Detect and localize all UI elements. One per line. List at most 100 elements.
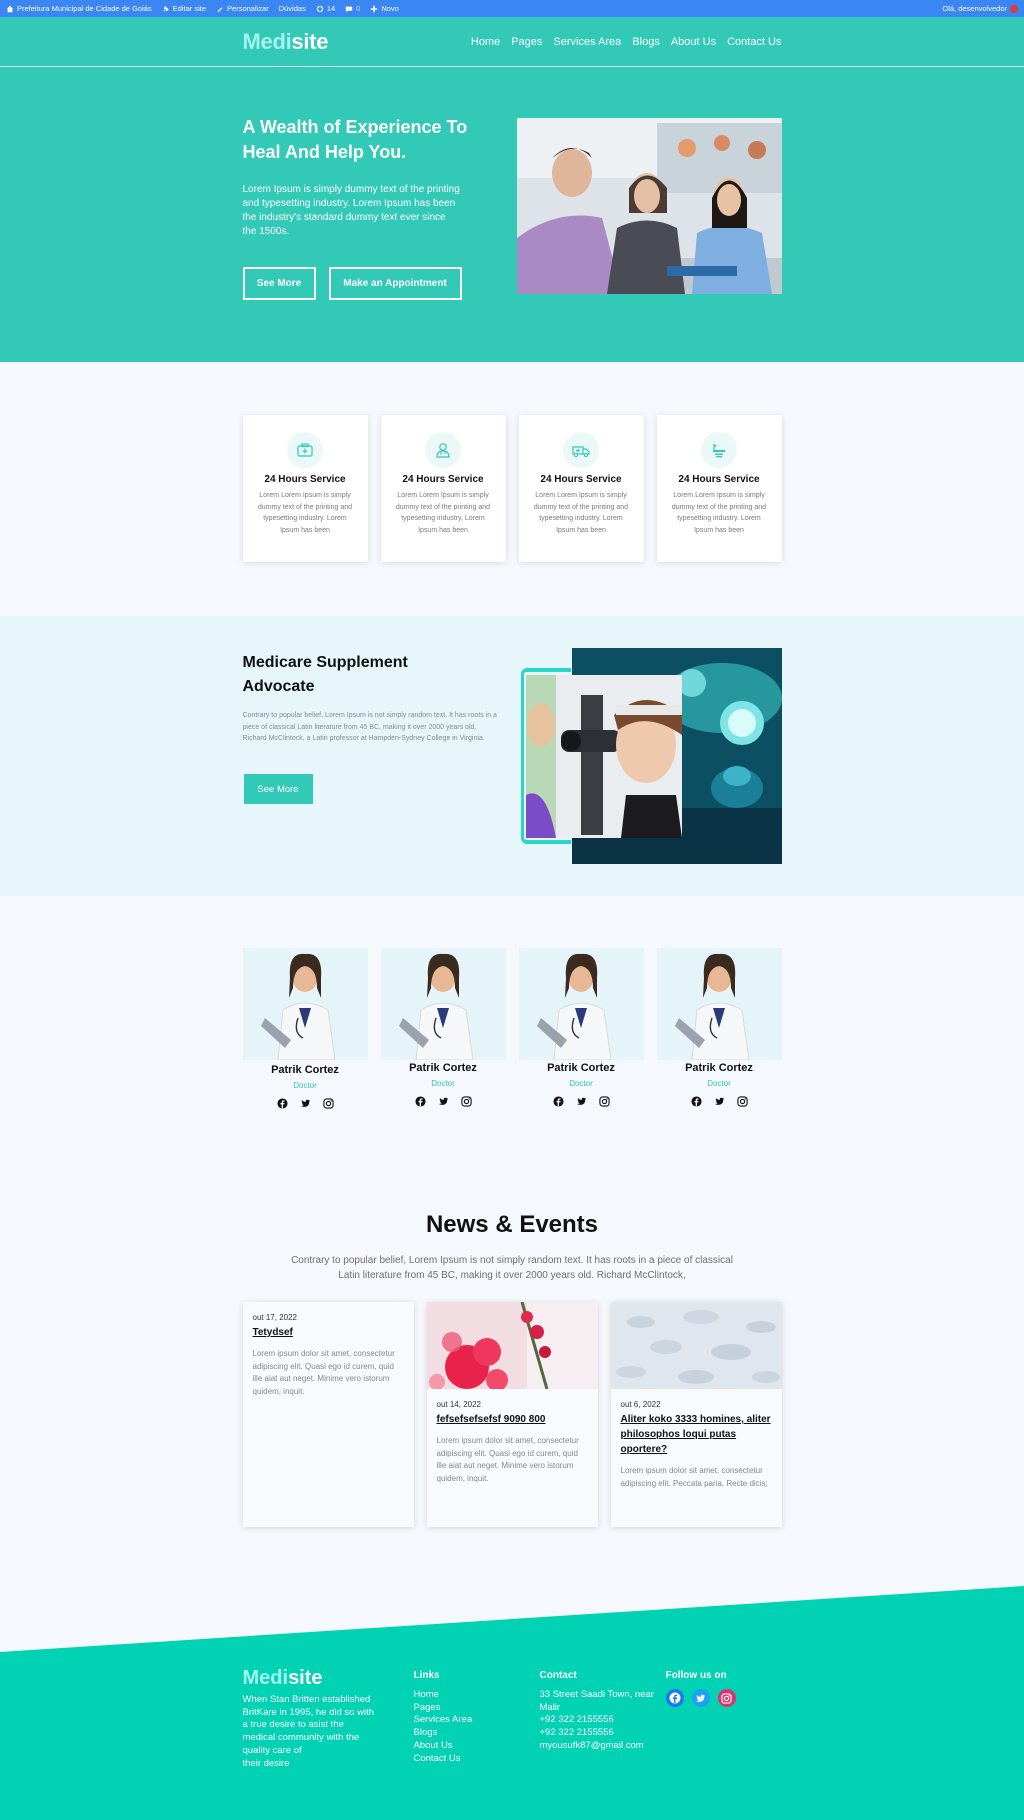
doctor-role: Doctor bbox=[707, 1079, 731, 1088]
instagram-icon[interactable] bbox=[736, 1096, 748, 1107]
footer-link-about-us[interactable]: About Us bbox=[414, 1740, 473, 1753]
twitter-icon[interactable] bbox=[576, 1096, 587, 1107]
doctor-social bbox=[243, 1098, 368, 1109]
nav-about-us[interactable]: About Us bbox=[671, 36, 716, 48]
footer-logo[interactable]: Medisite bbox=[243, 1667, 323, 1690]
footer-follow-heading: Follow us on bbox=[665, 1670, 727, 1681]
medicare-section: Medicare Supplement Advocate Contrary to… bbox=[0, 616, 1024, 896]
hero-title: A Wealth of Experience To Heal And Help … bbox=[242, 117, 468, 162]
logo-part-site: site bbox=[291, 29, 329, 54]
service-card[interactable]: 24 Hours Service Lorem Lorem Ipsum is si… bbox=[518, 415, 644, 562]
nav-blogs[interactable]: Blogs bbox=[632, 36, 660, 48]
doctors-section: Patrik Cortez Doctor Patrik Cortez Docto… bbox=[0, 896, 1024, 1151]
doctor-card[interactable]: Patrik Cortez Doctor bbox=[380, 948, 506, 1107]
instagram-icon[interactable] bbox=[598, 1096, 610, 1107]
comment-icon bbox=[345, 6, 353, 12]
news-excerpt: Lorem ipsum dolor sit amet, consectetur … bbox=[252, 1349, 395, 1396]
eye-exam-image bbox=[525, 675, 682, 838]
admin-account[interactable]: Olá, desenvolvedor bbox=[942, 4, 1018, 13]
news-headline-link[interactable]: Tetydsef bbox=[253, 1325, 404, 1340]
services-section: 24 Hours Service Lorem Lorem Ipsum is si… bbox=[0, 362, 1024, 616]
doctor-card[interactable]: Patrik Cortez Doctor bbox=[518, 948, 644, 1107]
doctor-social bbox=[519, 1096, 644, 1107]
admin-updates[interactable]: 14 bbox=[316, 4, 335, 13]
admin-customize-label: Personalizar bbox=[227, 4, 269, 13]
footer-address: 33 Street Saadi Town, near Malir bbox=[539, 1689, 654, 1713]
service-title: 24 Hours Service bbox=[678, 474, 760, 485]
news-card[interactable]: out 14, 2022 fefsefsefsefsf 9090 800 Lor… bbox=[426, 1302, 598, 1527]
doctor-name: Patrik Cortez bbox=[685, 1062, 753, 1074]
footer-contact: Contact 33 Street Saadi Town, near Malir… bbox=[540, 1670, 658, 1753]
site-footer: Medisite When Stan Britten established B… bbox=[0, 1586, 1024, 1820]
doctor-card[interactable]: Patrik Cortez Doctor bbox=[656, 948, 782, 1107]
footer-link-home[interactable]: Home bbox=[414, 1689, 473, 1702]
footer-link-blogs[interactable]: Blogs bbox=[414, 1727, 473, 1740]
service-card[interactable]: 24 Hours Service Lorem Lorem Ipsum is si… bbox=[242, 415, 368, 562]
admin-comments[interactable]: 0 bbox=[345, 4, 360, 13]
nav-contact-us[interactable]: Contact Us bbox=[727, 36, 781, 48]
twitter-icon[interactable] bbox=[714, 1096, 725, 1107]
admin-doubts-label: Dúvidas bbox=[278, 4, 306, 13]
news-title: News & Events bbox=[425, 1211, 599, 1238]
site-logo[interactable]: Medisite bbox=[243, 29, 329, 55]
news-excerpt: Lorem ipsum dolor sit amet, consectetur … bbox=[620, 1466, 768, 1488]
footer-link-contact-us[interactable]: Contact Us bbox=[414, 1753, 473, 1766]
medicare-see-more-button[interactable]: See More bbox=[243, 774, 313, 804]
brush-icon bbox=[217, 6, 223, 12]
service-title: 24 Hours Service bbox=[540, 474, 622, 485]
news-card[interactable]: out 6, 2022 Aliter koko 3333 homines, al… bbox=[610, 1302, 782, 1527]
medical-kit-icon bbox=[287, 432, 323, 468]
refresh-icon bbox=[316, 5, 323, 12]
doctor-name: Patrik Cortez bbox=[409, 1062, 477, 1074]
footer-logo-part-medi: Medi bbox=[242, 1667, 289, 1689]
doctor-role: Doctor bbox=[431, 1079, 455, 1088]
admin-updates-count: 14 bbox=[326, 4, 336, 13]
admin-site-link[interactable]: Prefeitura Municipal de Cidade de Goiás bbox=[6, 4, 152, 13]
service-title: 24 Hours Service bbox=[264, 474, 346, 485]
footer-about-line: their desire bbox=[242, 1757, 290, 1769]
home-icon bbox=[6, 5, 14, 12]
pin-icon bbox=[162, 5, 169, 12]
footer-email[interactable]: myousufk87@gmail.com bbox=[540, 1740, 658, 1753]
doctor-photo bbox=[242, 948, 368, 1060]
news-date: out 6, 2022 bbox=[620, 1400, 661, 1409]
see-more-button[interactable]: See More bbox=[242, 267, 316, 300]
facebook-icon[interactable] bbox=[665, 1689, 684, 1707]
news-headline-link[interactable]: Aliter koko 3333 homines, aliter philoso… bbox=[621, 1412, 772, 1457]
news-headline-link[interactable]: fefsefsefsefsf 9090 800 bbox=[437, 1412, 588, 1427]
instagram-icon[interactable] bbox=[322, 1098, 334, 1109]
footer-link-pages[interactable]: Pages bbox=[414, 1702, 473, 1715]
doctor-role: Doctor bbox=[293, 1081, 317, 1090]
admin-doubts[interactable]: Dúvidas bbox=[279, 4, 306, 13]
facebook-icon[interactable] bbox=[276, 1098, 288, 1109]
admin-new-label: Novo bbox=[381, 4, 399, 13]
make-appointment-button[interactable]: Make an Appointment bbox=[328, 267, 462, 300]
service-text: Lorem Lorem Ipsum is simply dummy text o… bbox=[257, 492, 353, 534]
service-card[interactable]: 24 Hours Service Lorem Lorem Ipsum is si… bbox=[380, 415, 506, 562]
footer-logo-part-site: site bbox=[288, 1667, 323, 1689]
facebook-icon[interactable] bbox=[690, 1096, 702, 1107]
main-nav: Home Pages Services Area Blogs About Us … bbox=[471, 36, 782, 48]
news-image-snow bbox=[610, 1302, 782, 1389]
news-date: out 17, 2022 bbox=[252, 1313, 297, 1322]
twitter-icon[interactable] bbox=[691, 1689, 710, 1707]
nav-services-area[interactable]: Services Area bbox=[553, 36, 621, 48]
facebook-icon[interactable] bbox=[414, 1096, 426, 1107]
admin-edit-site[interactable]: Editar site bbox=[162, 4, 206, 13]
doctor-name: Patrik Cortez bbox=[271, 1064, 339, 1076]
nav-home[interactable]: Home bbox=[471, 36, 500, 48]
instagram-icon[interactable] bbox=[460, 1096, 472, 1107]
plus-icon bbox=[371, 5, 378, 12]
service-card[interactable]: 24 Hours Service Lorem Lorem Ipsum is si… bbox=[656, 415, 782, 562]
admin-new[interactable]: Novo bbox=[370, 4, 399, 13]
doctor-card[interactable]: Patrik Cortez Doctor bbox=[242, 948, 368, 1109]
nav-pages[interactable]: Pages bbox=[511, 36, 542, 48]
twitter-icon[interactable] bbox=[438, 1096, 449, 1107]
footer-link-services-area[interactable]: Services Area bbox=[414, 1714, 473, 1727]
admin-customize[interactable]: Personalizar bbox=[216, 4, 269, 13]
twitter-icon[interactable] bbox=[300, 1098, 311, 1109]
instagram-icon[interactable] bbox=[717, 1689, 736, 1707]
news-card[interactable]: out 17, 2022 Tetydsef Lorem ipsum dolor … bbox=[242, 1302, 414, 1527]
facebook-icon[interactable] bbox=[552, 1096, 564, 1107]
hero-text-line: Lorem Ipsum is simply dummy text of the … bbox=[242, 184, 460, 223]
